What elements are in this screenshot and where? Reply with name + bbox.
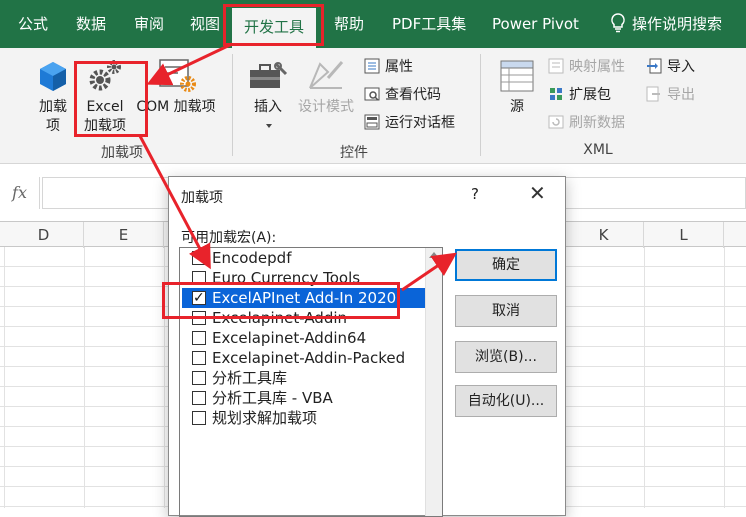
list-item[interactable]: Encodepdf (182, 248, 426, 268)
tell-me-search[interactable]: 操作说明搜索 (610, 0, 722, 48)
listbox-scrollbar[interactable] (425, 248, 442, 516)
design-mode-label: 设计模式 (298, 99, 354, 115)
expansion-packs-label: 扩展包 (569, 87, 611, 103)
tab-pdf-tools[interactable]: PDF工具集 (392, 0, 466, 48)
checkbox[interactable] (192, 331, 206, 345)
com-addins-icon (159, 59, 196, 92)
tab-view[interactable]: 视图 (190, 0, 220, 48)
properties-icon (364, 58, 380, 74)
list-item[interactable]: Excelapinet-Addin-Packed (182, 348, 426, 368)
tell-me-label: 操作说明搜索 (632, 15, 723, 33)
list-item-label: Excelapinet-Addin-Packed (212, 349, 406, 367)
dialog-title: 加载项 (181, 190, 223, 206)
import-icon (647, 58, 662, 74)
xml-group-label: XML (583, 142, 613, 158)
xml-import-button[interactable]: 导入 (646, 56, 695, 78)
controls-group-label: 控件 (340, 145, 368, 161)
map-properties-icon (548, 58, 564, 74)
list-item[interactable]: 规划求解加载项 (182, 408, 426, 428)
toolbox-icon (250, 62, 288, 88)
fx-icon[interactable]: fx (0, 177, 40, 209)
checkbox[interactable] (192, 411, 206, 425)
addins-label: 加载项 (39, 99, 67, 134)
column-header-e[interactable]: E (84, 222, 164, 248)
xml-export-button: 导出 (646, 84, 695, 106)
list-item-label: Excelapinet-Addin64 (212, 329, 367, 347)
xml-source-label: 源 (510, 99, 524, 115)
cube-icon (40, 62, 66, 91)
view-code-label: 查看代码 (385, 87, 441, 103)
import-label: 导入 (667, 59, 695, 75)
ribbon-tab-bar: 公式 数据 审阅 视图 开发工具 帮助 PDF工具集 Power Pivot 操… (0, 0, 746, 48)
column-header-d[interactable]: D (4, 222, 84, 248)
design-mode-icon (309, 61, 344, 89)
tab-data[interactable]: 数据 (76, 0, 106, 48)
expansion-packs-button[interactable]: 扩展包 (548, 84, 611, 106)
run-dialog-label: 运行对话框 (385, 115, 455, 131)
list-item[interactable]: 分析工具库 - VBA (182, 388, 426, 408)
automation-button[interactable]: 自动化(U)... (455, 385, 557, 417)
list-item[interactable]: 分析工具库 (182, 368, 426, 388)
browse-button[interactable]: 浏览(B)... (455, 341, 557, 373)
addins-list-label: 可用加载宏(A): (181, 230, 277, 246)
cancel-button[interactable]: 取消 (455, 295, 557, 327)
refresh-data-label: 刷新数据 (569, 115, 625, 131)
checkbox[interactable] (192, 251, 206, 265)
highlight-selected-addin (162, 282, 400, 319)
properties-label: 属性 (385, 59, 413, 75)
insert-label: 插入 (254, 99, 282, 115)
group-separator (480, 54, 481, 156)
xml-source-icon (500, 60, 534, 92)
list-item-label: 规划求解加载项 (212, 409, 318, 427)
highlight-developer-tab (223, 4, 324, 46)
column-header-l[interactable]: L (644, 222, 724, 248)
view-code-button[interactable]: 查看代码 (364, 84, 441, 106)
lightbulb-icon (611, 13, 625, 33)
highlight-excel-addins (74, 61, 148, 137)
list-item-label: Encodepdf (212, 249, 292, 267)
run-dialog-button[interactable]: 运行对话框 (364, 112, 455, 134)
checkbox[interactable] (192, 371, 206, 385)
addins-group-label: 加载项 (101, 145, 143, 161)
properties-button[interactable]: 属性 (364, 56, 413, 78)
expansion-packs-icon (550, 88, 562, 100)
checkbox[interactable] (192, 351, 206, 365)
group-separator (232, 54, 233, 156)
refresh-data-icon (548, 115, 564, 129)
scroll-up-arrow-icon[interactable] (429, 252, 439, 258)
list-item[interactable]: Excelapinet-Addin64 (182, 328, 426, 348)
list-item-label: 分析工具库 - VBA (212, 389, 333, 407)
help-icon[interactable]: ? (471, 185, 479, 203)
dropdown-arrow-icon (266, 124, 272, 128)
export-label: 导出 (667, 87, 695, 103)
close-icon[interactable]: ✕ (529, 181, 546, 205)
tab-formulas[interactable]: 公式 (18, 0, 48, 48)
ok-button[interactable]: 确定 (455, 249, 557, 281)
refresh-data-button: 刷新数据 (548, 112, 625, 134)
tab-power-pivot[interactable]: Power Pivot (492, 0, 579, 48)
view-code-icon (364, 87, 380, 101)
addins-dialog: 加载项 ? ✕ 可用加载宏(A): Encodepdf Euro Currenc… (168, 176, 566, 517)
map-properties-label: 映射属性 (569, 59, 625, 75)
map-properties-button: 映射属性 (548, 56, 625, 78)
column-header-k[interactable]: K (564, 222, 644, 248)
tab-review[interactable]: 审阅 (134, 0, 164, 48)
tab-help[interactable]: 帮助 (334, 0, 364, 48)
checkbox[interactable] (192, 391, 206, 405)
run-dialog-icon (364, 114, 380, 130)
export-icon (646, 86, 660, 102)
list-item-label: 分析工具库 (212, 369, 288, 387)
